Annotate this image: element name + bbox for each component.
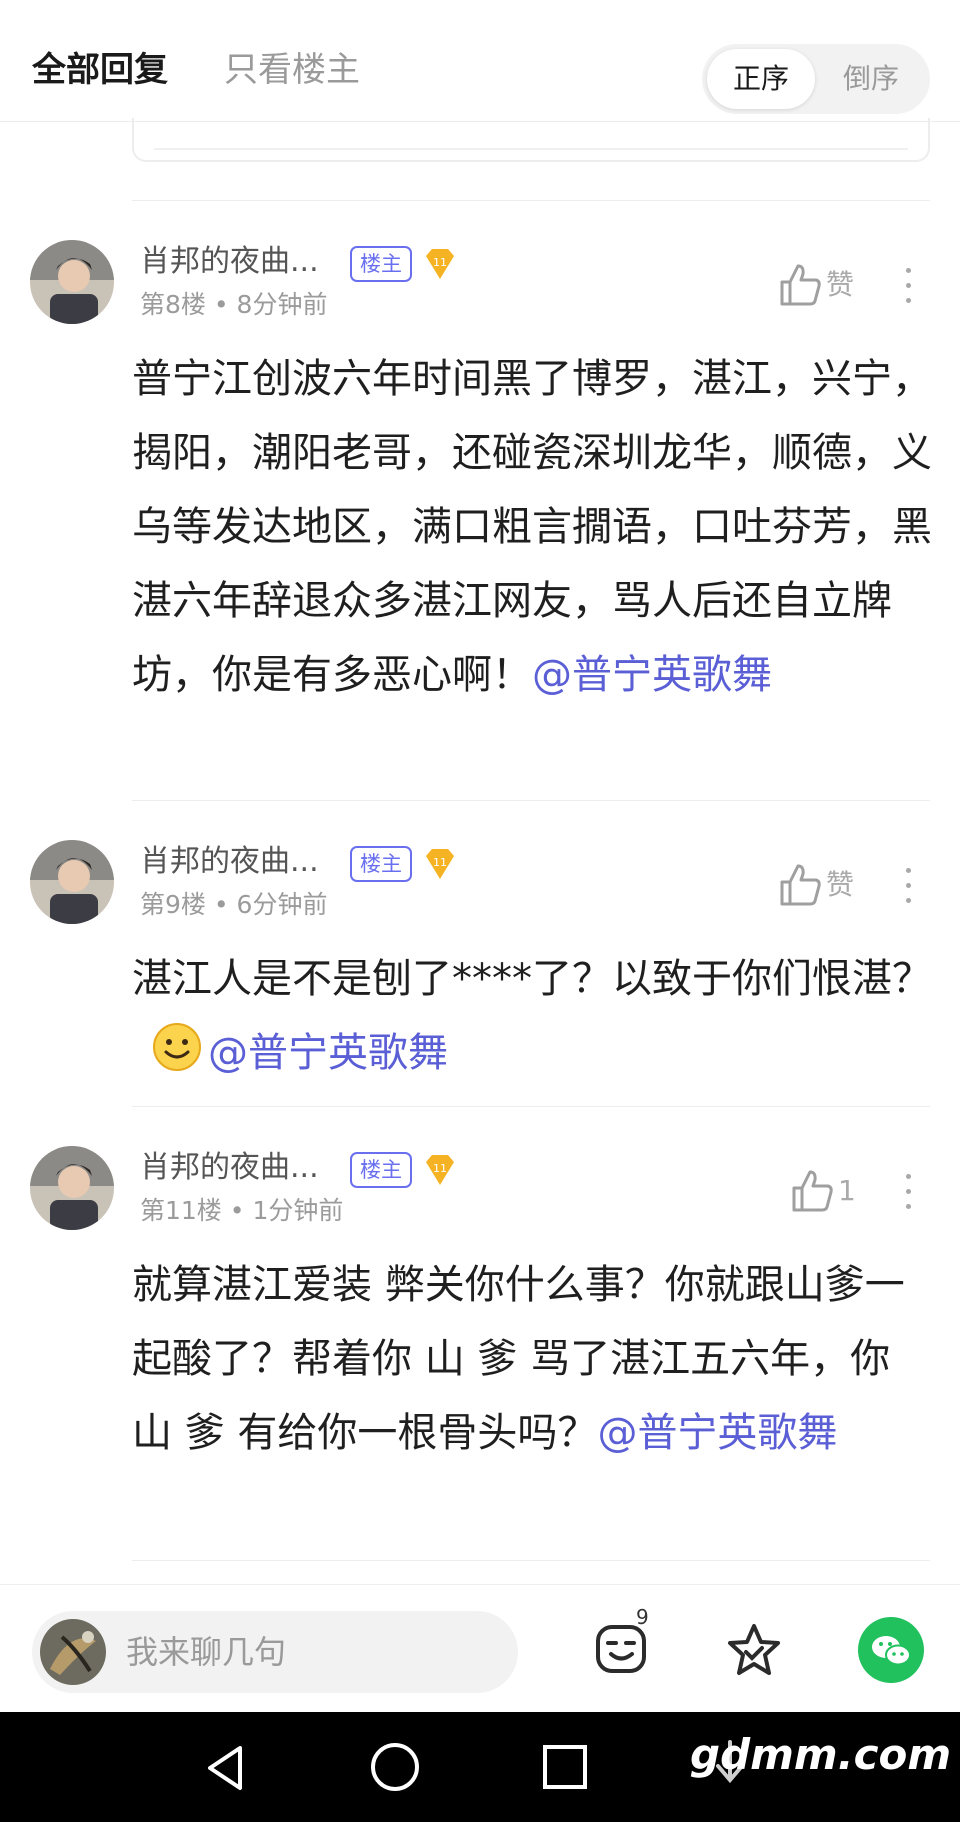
svg-text:11: 11 [433,1162,447,1175]
more-options-icon[interactable] [900,264,916,308]
username[interactable]: 肖邦的夜曲... [140,242,319,282]
tab-all-replies[interactable]: 全部回复 [32,48,168,92]
username[interactable]: 肖邦的夜曲... [140,842,319,882]
sort-ascending-button[interactable]: 正序 [707,49,815,109]
comment-text: 湛江人是不是刨了****了？以致于你们恨湛？ [132,956,932,1002]
reply-filter-header: 全部回复 只看楼主 正序 倒序 [0,0,960,122]
divider [132,800,930,801]
like-label: 赞 [826,868,855,901]
comment-body: 就算湛江爱装 弊关你什么事？你就跟山爹一起酸了？帮着你 山 爹 骂了湛江五六年，… [132,1248,932,1470]
op-badge: 楼主 [350,846,412,882]
more-options-icon[interactable] [900,864,916,908]
watermark-text: gdmm.com [690,1730,952,1779]
input-placeholder: 我来聊几句 [126,1633,287,1671]
level-badge-icon: 11 [422,1152,458,1188]
comment-input-bar: 我来聊几句 9 [0,1584,960,1712]
divider [132,1560,930,1561]
like-label: 赞 [826,268,855,301]
svg-text:11: 11 [433,856,447,869]
avatar[interactable] [30,240,114,324]
avatar[interactable] [30,840,114,924]
username[interactable]: 肖邦的夜曲... [140,1148,319,1188]
op-badge: 楼主 [350,246,412,282]
avatar[interactable] [30,1146,114,1230]
smile-emoji-icon [152,1022,202,1072]
wechat-share-icon[interactable] [858,1617,924,1683]
sort-order-toggle: 正序 倒序 [702,44,930,114]
comment-text: 普宁江创波六年时间黑了博罗，湛江，兴宁，揭阳，潮阳老哥，还碰瓷深圳龙华，顺德，义… [132,356,932,698]
emoji-icon[interactable] [594,1621,650,1677]
level-badge-icon: 11 [422,846,458,882]
level-badge-icon: 11 [422,246,458,282]
comment-body: 普宁江创波六年时间黑了博罗，湛江，兴宁，揭阳，潮阳老哥，还碰瓷深圳龙华，顺德，义… [132,342,932,712]
svg-text:11: 11 [433,256,447,269]
thumbs-up-icon [792,1170,833,1212]
mention-link[interactable]: @普宁英歌舞 [208,1030,448,1076]
previous-card-remnant [132,118,930,162]
mention-link[interactable]: @普宁英歌舞 [532,652,772,698]
emoji-count-badge: 9 [636,1605,649,1629]
tab-op-only[interactable]: 只看楼主 [224,48,360,92]
divider [132,1106,930,1107]
system-navigation-bar: gdmm.com [0,1712,960,1822]
sort-descending-button[interactable]: 倒序 [817,49,925,109]
thumbs-up-icon [780,264,821,306]
floor-and-time: 第8楼 • 8分钟前 [140,290,328,319]
op-badge: 楼主 [350,1152,412,1188]
mention-link[interactable]: @普宁英歌舞 [597,1410,837,1456]
comment-body: 湛江人是不是刨了****了？以致于你们恨湛？ @普宁英歌舞 [132,942,932,1090]
my-avatar [40,1619,106,1685]
home-circle-icon[interactable] [368,1740,422,1794]
thumbs-up-icon [780,864,821,906]
like-count: 1 [838,1174,856,1207]
more-options-icon[interactable] [900,1170,916,1214]
floor-and-time: 第9楼 • 6分钟前 [140,890,328,919]
back-triangle-icon[interactable] [200,1742,252,1794]
recent-apps-square-icon[interactable] [540,1742,590,1792]
floor-and-time: 第11楼 • 1分钟前 [140,1196,344,1225]
comment-input[interactable]: 我来聊几句 [32,1611,518,1693]
divider [132,200,930,201]
favorite-star-icon[interactable] [724,1621,784,1681]
